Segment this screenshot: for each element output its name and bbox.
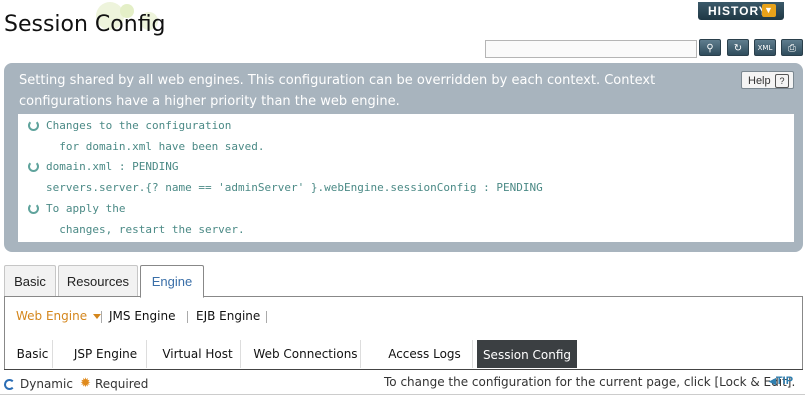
refresh-icon <box>28 203 39 214</box>
tab-jsp-engine[interactable]: JSP Engine <box>65 340 147 368</box>
message-box: Changes to the configuration for domain.… <box>18 114 794 242</box>
question-icon: ? <box>775 74 789 88</box>
legend-required: Required <box>95 377 149 391</box>
search-icon: ⚲ <box>706 43 714 54</box>
export-button[interactable]: ⎙ <box>781 39 803 56</box>
dynamic-icon <box>4 379 15 390</box>
export-icon: ⎙ <box>788 43 796 54</box>
tab-basic[interactable]: Basic <box>4 265 56 297</box>
refresh-icon <box>28 161 39 172</box>
help-label: Help <box>748 75 771 87</box>
info-description: Setting shared by all web engines. This … <box>19 73 656 109</box>
required-icon: ✹ <box>80 376 91 391</box>
divider <box>187 311 188 323</box>
subnav-jms-engine[interactable]: JMS Engine <box>109 309 175 323</box>
tab-web-connections[interactable]: Web Connections <box>251 340 361 368</box>
tip-text: To change the configuration for the curr… <box>384 375 796 389</box>
refresh-icon: ↻ <box>733 43 743 54</box>
tip-badge: ◀TIP <box>769 375 794 387</box>
dropdown-arrow-icon <box>93 314 102 319</box>
bottom-divider <box>0 394 805 395</box>
tab-virtual-host[interactable]: Virtual Host <box>155 340 241 368</box>
xml-button[interactable]: XML <box>754 39 776 56</box>
tab-resources[interactable]: Resources <box>58 265 138 297</box>
divider <box>266 311 267 323</box>
search-button[interactable]: ⚲ <box>699 39 721 56</box>
legend-dynamic: Dynamic <box>20 377 73 391</box>
history-button[interactable]: HISTORY ▼ <box>698 2 784 20</box>
refresh-button[interactable]: ↻ <box>727 39 749 56</box>
divider <box>101 311 102 323</box>
tab-divider <box>4 369 803 370</box>
help-button[interactable]: Help ? <box>741 71 794 89</box>
info-panel: Setting shared by all web engines. This … <box>4 63 803 252</box>
tab-engine[interactable]: Engine <box>140 265 204 298</box>
history-label: HISTORY <box>708 4 768 18</box>
page-title: Session Config <box>4 12 166 37</box>
xml-icon: XML <box>757 44 773 52</box>
search-input[interactable] <box>485 40 697 58</box>
tab-web-basic[interactable]: Basic <box>13 340 53 368</box>
subnav-web-engine[interactable]: Web Engine <box>16 309 102 323</box>
refresh-icon <box>28 120 39 131</box>
tip-arrow-icon: ◀ <box>769 376 776 386</box>
tab-session-config[interactable]: Session Config <box>477 340 577 368</box>
subnav-ejb-engine[interactable]: EJB Engine <box>196 309 260 323</box>
engine-subnav-area: Web Engine JMS Engine EJB Engine Basic J… <box>4 297 803 370</box>
tab-access-logs[interactable]: Access Logs <box>377 340 473 368</box>
chevron-down-icon: ▼ <box>762 4 776 17</box>
